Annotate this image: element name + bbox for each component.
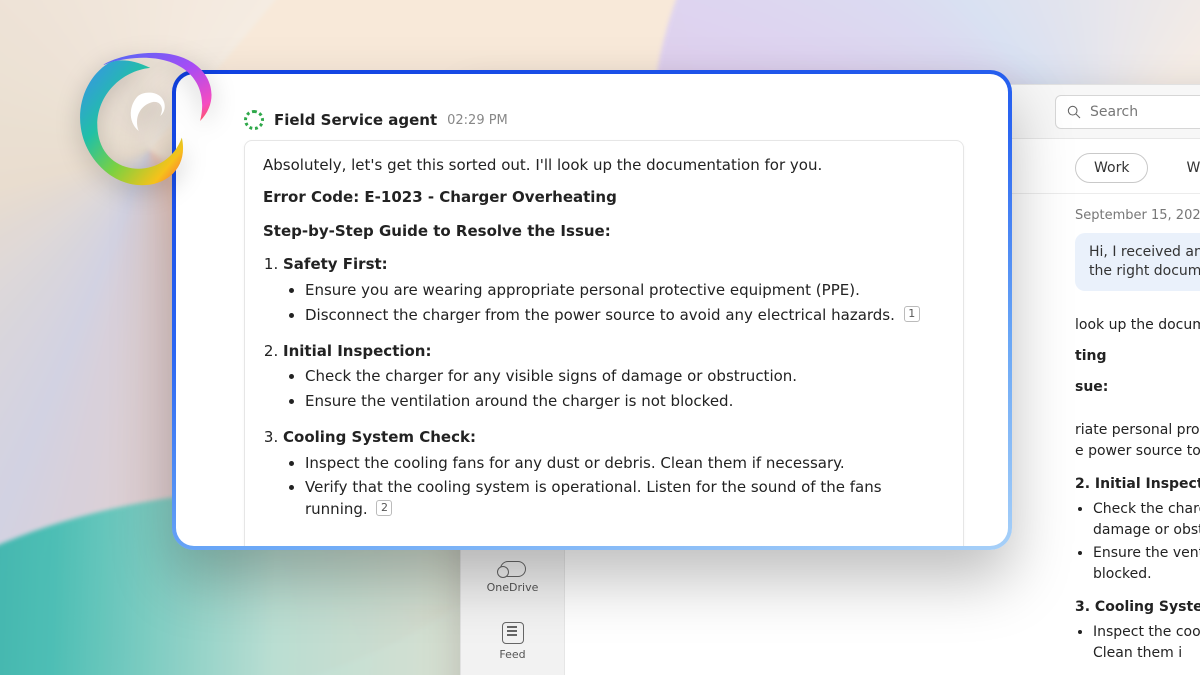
cloud-icon <box>500 561 526 577</box>
tab-work[interactable]: Work <box>1075 153 1148 183</box>
copilot-logo-icon <box>56 38 228 204</box>
search-input[interactable]: Search <box>1055 95 1200 129</box>
step-1: Safety First: Ensure you are wearing app… <box>283 254 945 326</box>
foreground-chat-card: Field Service agent 02:29 PM Absolutely,… <box>172 70 1012 550</box>
step-bullet: Ensure you are wearing appropriate perso… <box>305 280 945 302</box>
steps-list: Safety First: Ensure you are wearing app… <box>263 254 945 521</box>
message-header: Field Service agent 02:29 PM <box>244 110 964 130</box>
step-bullet: Check the charger for any visible signs … <box>305 366 945 388</box>
intro-text: Absolutely, let's get this sorted out. I… <box>263 155 945 177</box>
citation-badge[interactable]: 2 <box>376 500 392 516</box>
user-message: Hi, I received an e the right docume <box>1075 233 1200 291</box>
step-3: Cooling System Check: Inspect the coolin… <box>283 427 945 521</box>
message-time: 02:29 PM <box>447 113 508 128</box>
step-title: Initial Inspection: <box>283 342 431 360</box>
step-bullet: Disconnect the charger from the power so… <box>305 305 945 327</box>
step-bullet: Verify that the cooling system is operat… <box>305 477 945 521</box>
step-title: Cooling System Check: <box>283 428 476 446</box>
sidebar-item-onedrive[interactable]: OneDrive <box>473 555 553 600</box>
search-placeholder: Search <box>1090 104 1138 120</box>
citation-badge[interactable]: 1 <box>904 306 920 322</box>
step-2: Initial Inspection: Check the charger fo… <box>283 341 945 413</box>
step-bullet: Ensure the ventilation around the charge… <box>305 391 945 413</box>
error-code-line: Error Code: E-1023 - Charger Overheating <box>263 187 945 209</box>
feed-icon <box>502 622 524 644</box>
agent-reply-partial: look up the documentation ting sue: riat… <box>1075 315 1200 664</box>
sidebar-label: Feed <box>499 648 525 661</box>
step-title: Safety First: <box>283 255 388 273</box>
loading-spinner-icon <box>244 110 264 130</box>
agent-message: Absolutely, let's get this sorted out. I… <box>244 140 964 546</box>
tab-web[interactable]: Web <box>1168 154 1200 182</box>
sidebar-label: OneDrive <box>487 581 539 594</box>
chat-timestamp: September 15, 2024, 1:3 <box>1075 208 1200 223</box>
search-icon <box>1066 104 1082 120</box>
agent-name: Field Service agent <box>274 111 437 129</box>
step-bullet: Inspect the cooling fans for any dust or… <box>305 453 945 475</box>
sidebar-item-feed[interactable]: Feed <box>473 616 553 667</box>
guide-title: Step-by-Step Guide to Resolve the Issue: <box>263 221 945 243</box>
